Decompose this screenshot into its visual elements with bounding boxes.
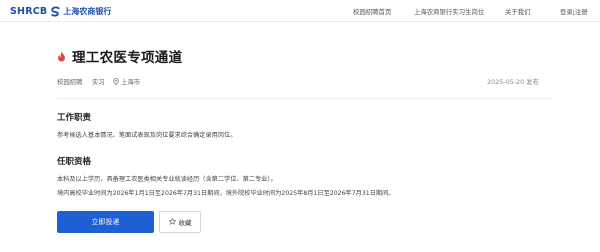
nav-about-us[interactable]: 关于我们 <box>505 7 531 16</box>
flame-icon <box>57 47 66 66</box>
location-pin-icon <box>113 78 119 85</box>
apply-now-button[interactable]: 立即投递 <box>57 211 154 233</box>
duties-text: 参考候选人基本情况、笔面试表现及岗位要求综合确定录用岗位。 <box>57 132 237 139</box>
divider <box>57 98 552 99</box>
star-icon <box>168 217 176 227</box>
duties-heading: 工作职责 <box>57 113 92 123</box>
requirements-heading: 任职资格 <box>57 157 92 167</box>
favorite-button[interactable]: 收藏 <box>159 211 201 233</box>
location-text: 上海市 <box>121 78 141 86</box>
requirements-text-2: 境内高校毕业时间为2026年1月1日至2026年7月31日期间，境外院校毕业时间… <box>57 190 395 197</box>
requirements-text-1: 本科及以上学历，具备理工农医类相关专业就读经历（含第二学位、第二专业）。 <box>57 176 277 183</box>
tag-campus-recruit: 校园招聘 <box>57 78 83 86</box>
job-title-row: 理工农医专项通道 <box>57 46 182 66</box>
publish-date: 2025-05-20 发布 <box>487 78 539 86</box>
nav-login-register[interactable]: 登录|注册 <box>560 7 588 16</box>
apply-button-label: 立即投递 <box>91 218 120 226</box>
logo-mark-icon <box>50 2 61 21</box>
top-nav-bar: SHRCB 上海农商银行 校园招聘首页 上海农商银行实习生岗位 关于我们 登录|… <box>0 0 600 22</box>
job-location: 上海市 <box>113 77 140 86</box>
logo-text-cn: 上海农商银行 <box>63 6 112 16</box>
job-title: 理工农医专项通道 <box>72 50 183 66</box>
favorite-button-label: 收藏 <box>178 219 192 227</box>
tag-internship: 实习 <box>92 78 105 86</box>
logo-text-en: SHRCB <box>10 5 48 17</box>
nav-campus-home[interactable]: 校园招聘首页 <box>353 7 391 16</box>
bank-logo[interactable]: SHRCB 上海农商银行 <box>10 5 111 17</box>
nav-intern-positions[interactable]: 上海农商银行实习生岗位 <box>414 7 484 16</box>
